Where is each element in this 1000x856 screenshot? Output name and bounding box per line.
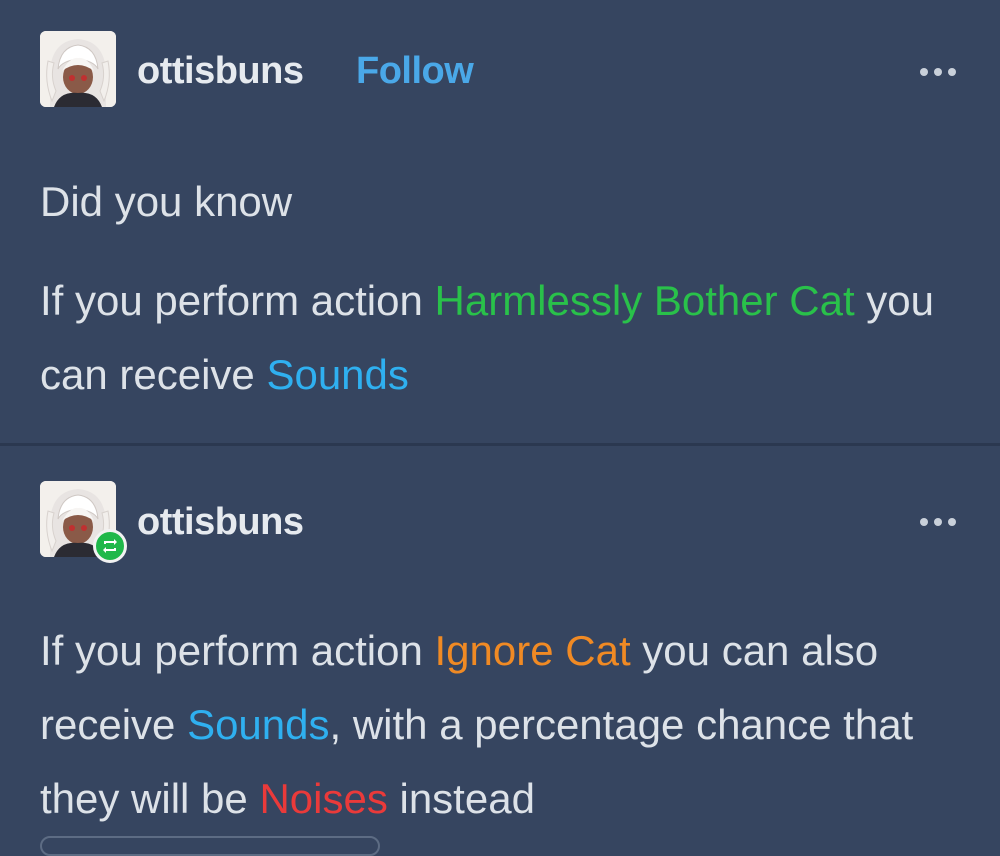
more-dots-icon[interactable] bbox=[916, 512, 960, 532]
text-segment: instead bbox=[387, 775, 535, 822]
result-highlight: Sounds bbox=[266, 351, 409, 398]
action-highlight: Ignore Cat bbox=[434, 627, 631, 674]
follow-button[interactable]: Follow bbox=[356, 50, 474, 93]
tag-pill[interactable] bbox=[40, 836, 380, 856]
post-username[interactable]: ottisbuns bbox=[137, 501, 304, 544]
text-segment: If you perform action bbox=[40, 277, 435, 324]
post-original: ottisbuns Follow Did you know If you per… bbox=[0, 0, 1000, 443]
post-text-body: If you perform action Harmlessly Bother … bbox=[40, 264, 970, 412]
anime-girl-avatar-icon[interactable] bbox=[40, 31, 116, 107]
post-reblog: ottisbuns If you perform action Ignore C… bbox=[0, 446, 1000, 844]
post-text-intro: Did you know bbox=[40, 178, 293, 225]
alt-result-highlight: Noises bbox=[259, 775, 388, 822]
reblog-icon bbox=[93, 529, 127, 563]
text-segment: If you perform action bbox=[40, 627, 435, 674]
post-username[interactable]: ottisbuns bbox=[137, 50, 304, 93]
more-dots-icon[interactable] bbox=[916, 62, 960, 82]
result-highlight: Sounds bbox=[187, 701, 330, 748]
post-text-body: If you perform action Ignore Cat you can… bbox=[40, 614, 970, 836]
action-highlight: Harmlessly Bother Cat bbox=[434, 277, 855, 324]
